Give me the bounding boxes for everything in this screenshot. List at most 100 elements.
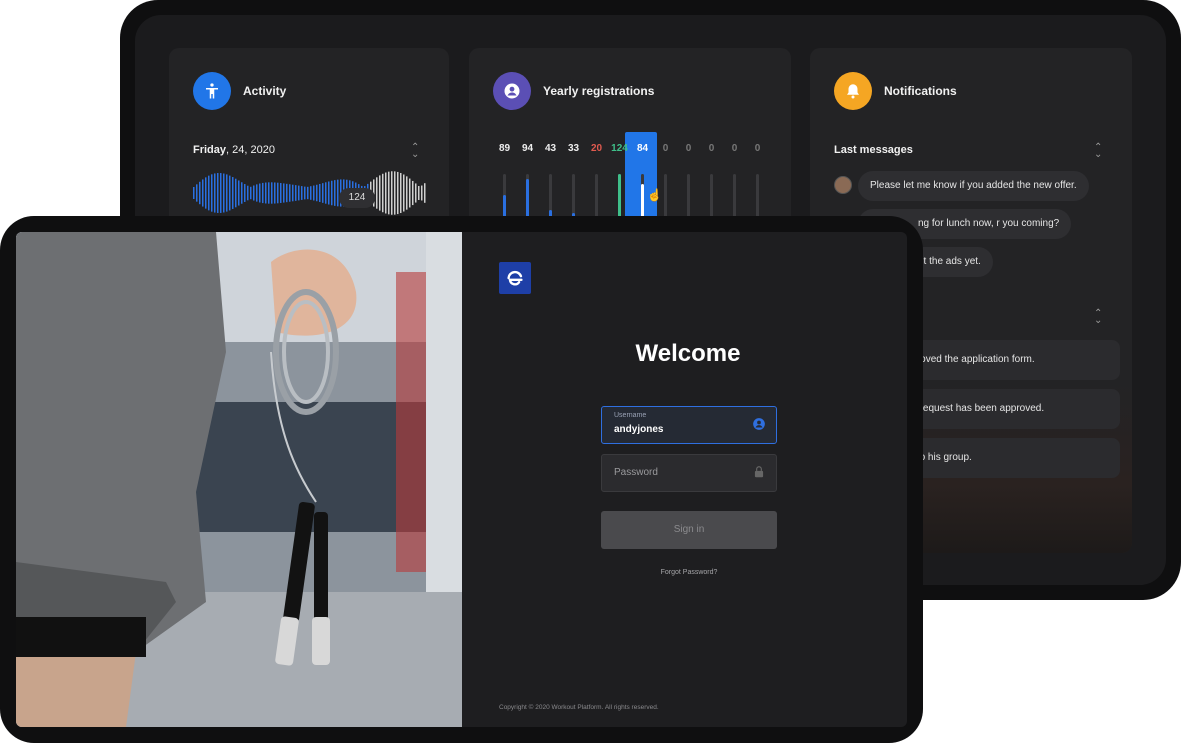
- waveform-bar: [382, 173, 384, 213]
- user-icon: [493, 72, 531, 110]
- waveform-bar: [310, 186, 312, 200]
- waveform-bar: [247, 185, 249, 201]
- avatar: [834, 176, 852, 194]
- waveform-bar: [196, 184, 198, 202]
- waveform-bar: [412, 180, 414, 206]
- yearly-value: 33: [567, 143, 580, 154]
- yearly-value: 0: [754, 143, 761, 154]
- waveform-bar: [322, 183, 324, 203]
- yearly-card-header: Yearly registrations: [493, 72, 654, 110]
- waveform-bar: [283, 183, 285, 203]
- waveform-bar: [328, 181, 330, 205]
- waveform-bar: [325, 182, 327, 204]
- sort-icon[interactable]: ⌃ ⌄: [411, 143, 419, 160]
- jump-rope-illustration: [16, 232, 462, 727]
- waveform-bar: [406, 176, 408, 210]
- waveform-bar: [193, 187, 195, 199]
- lock-icon: [754, 466, 764, 478]
- waveform-bar: [292, 184, 294, 202]
- waveform-bar: [415, 183, 417, 203]
- waveform-bar: [409, 178, 411, 208]
- waveform-bar: [400, 172, 402, 214]
- app-logo: [499, 262, 531, 294]
- waveform-bar: [304, 186, 306, 200]
- waveform-bar: [331, 180, 333, 206]
- sign-in-button[interactable]: Sign in: [601, 511, 777, 549]
- waveform-bar: [418, 185, 420, 201]
- username-field[interactable]: Username andyjones: [601, 406, 777, 444]
- waveform-bar: [238, 180, 240, 206]
- yearly-value: 20: [590, 143, 603, 154]
- yearly-title: Yearly registrations: [543, 84, 655, 98]
- notifications-title: Notifications: [884, 84, 957, 98]
- activity-date: Friday, 24, 2020: [193, 144, 275, 156]
- waveform-bar: [394, 171, 396, 215]
- waveform-bar: [334, 180, 336, 206]
- waveform-bar: [205, 177, 207, 209]
- activity-title: Activity: [243, 84, 287, 98]
- waveform-bar: [421, 185, 423, 201]
- waveform-bar: [316, 184, 318, 202]
- waveform-bar: [274, 182, 276, 204]
- waveform-bar: [376, 177, 378, 209]
- waveform-bar: [199, 181, 201, 205]
- notifications-card-header: Notifications: [834, 72, 957, 110]
- waveform-bar: [286, 183, 288, 203]
- activity-date-rest: , 24, 2020: [226, 144, 275, 156]
- forgot-password-link[interactable]: Forgot Password?: [601, 569, 777, 576]
- waveform-bar: [229, 175, 231, 211]
- waveform-bar: [379, 175, 381, 211]
- yearly-value: 84: [636, 143, 649, 154]
- username-value[interactable]: andyjones: [614, 424, 663, 435]
- login-device-frame: Welcome Username andyjones Password Sign…: [0, 216, 923, 743]
- waveform-bar: [388, 171, 390, 215]
- waveform-bar: [337, 179, 339, 207]
- waveform-bar: [403, 174, 405, 212]
- waveform-bar: [280, 183, 282, 203]
- yearly-value: 0: [731, 143, 738, 154]
- copyright-text: Copyright © 2020 Workout Platform. All r…: [499, 704, 659, 711]
- messages-sort-icon[interactable]: ⌃ ⌄: [1094, 143, 1102, 160]
- yearly-value: 0: [662, 143, 669, 154]
- yearly-value: 0: [685, 143, 692, 154]
- waveform-bar: [217, 173, 219, 213]
- jump-rope-photo: [16, 232, 462, 727]
- waveform-bar: [295, 185, 297, 201]
- password-field[interactable]: Password: [601, 454, 777, 492]
- waveform-bar: [301, 186, 303, 200]
- waveform-bar: [319, 183, 321, 203]
- waveform-bar: [277, 182, 279, 204]
- waveform-bar: [220, 173, 222, 213]
- activity-card-header: Activity: [193, 72, 286, 110]
- username-label: Username: [614, 412, 647, 419]
- bell-icon: [834, 72, 872, 110]
- waveform-bar: [202, 179, 204, 207]
- waveform-bar: [208, 175, 210, 211]
- waveform-bar: [268, 182, 270, 204]
- waveform-bar: [241, 182, 243, 204]
- notifications-sort-icon[interactable]: ⌃ ⌄: [1094, 309, 1102, 326]
- waveform-bar: [226, 174, 228, 212]
- message-bubble[interactable]: Please let me know if you added the new …: [858, 171, 1089, 201]
- waveform-bar: [385, 172, 387, 214]
- yearly-value: 89: [498, 143, 511, 154]
- waveform-bar: [259, 183, 261, 203]
- waveform-bar: [244, 184, 246, 202]
- yearly-value: 43: [544, 143, 557, 154]
- cursor-icon: ☝: [647, 188, 662, 202]
- yearly-value: 94: [521, 143, 534, 154]
- yearly-value: 0: [708, 143, 715, 154]
- waveform-bar: [253, 185, 255, 201]
- waveform-bar: [298, 185, 300, 201]
- yearly-value: 124: [611, 143, 628, 154]
- waveform-bar: [223, 173, 225, 213]
- waveform-bar: [397, 171, 399, 215]
- activity-date-day: Friday: [193, 144, 227, 156]
- welcome-heading: Welcome: [635, 340, 741, 367]
- activity-value-bubble: 124: [339, 188, 375, 208]
- waveform-bar: [211, 174, 213, 212]
- waveform-bar: [307, 186, 309, 200]
- login-screen: Welcome Username andyjones Password Sign…: [16, 232, 907, 727]
- waveform-bar: [262, 182, 264, 204]
- waveform-bar: [424, 183, 426, 203]
